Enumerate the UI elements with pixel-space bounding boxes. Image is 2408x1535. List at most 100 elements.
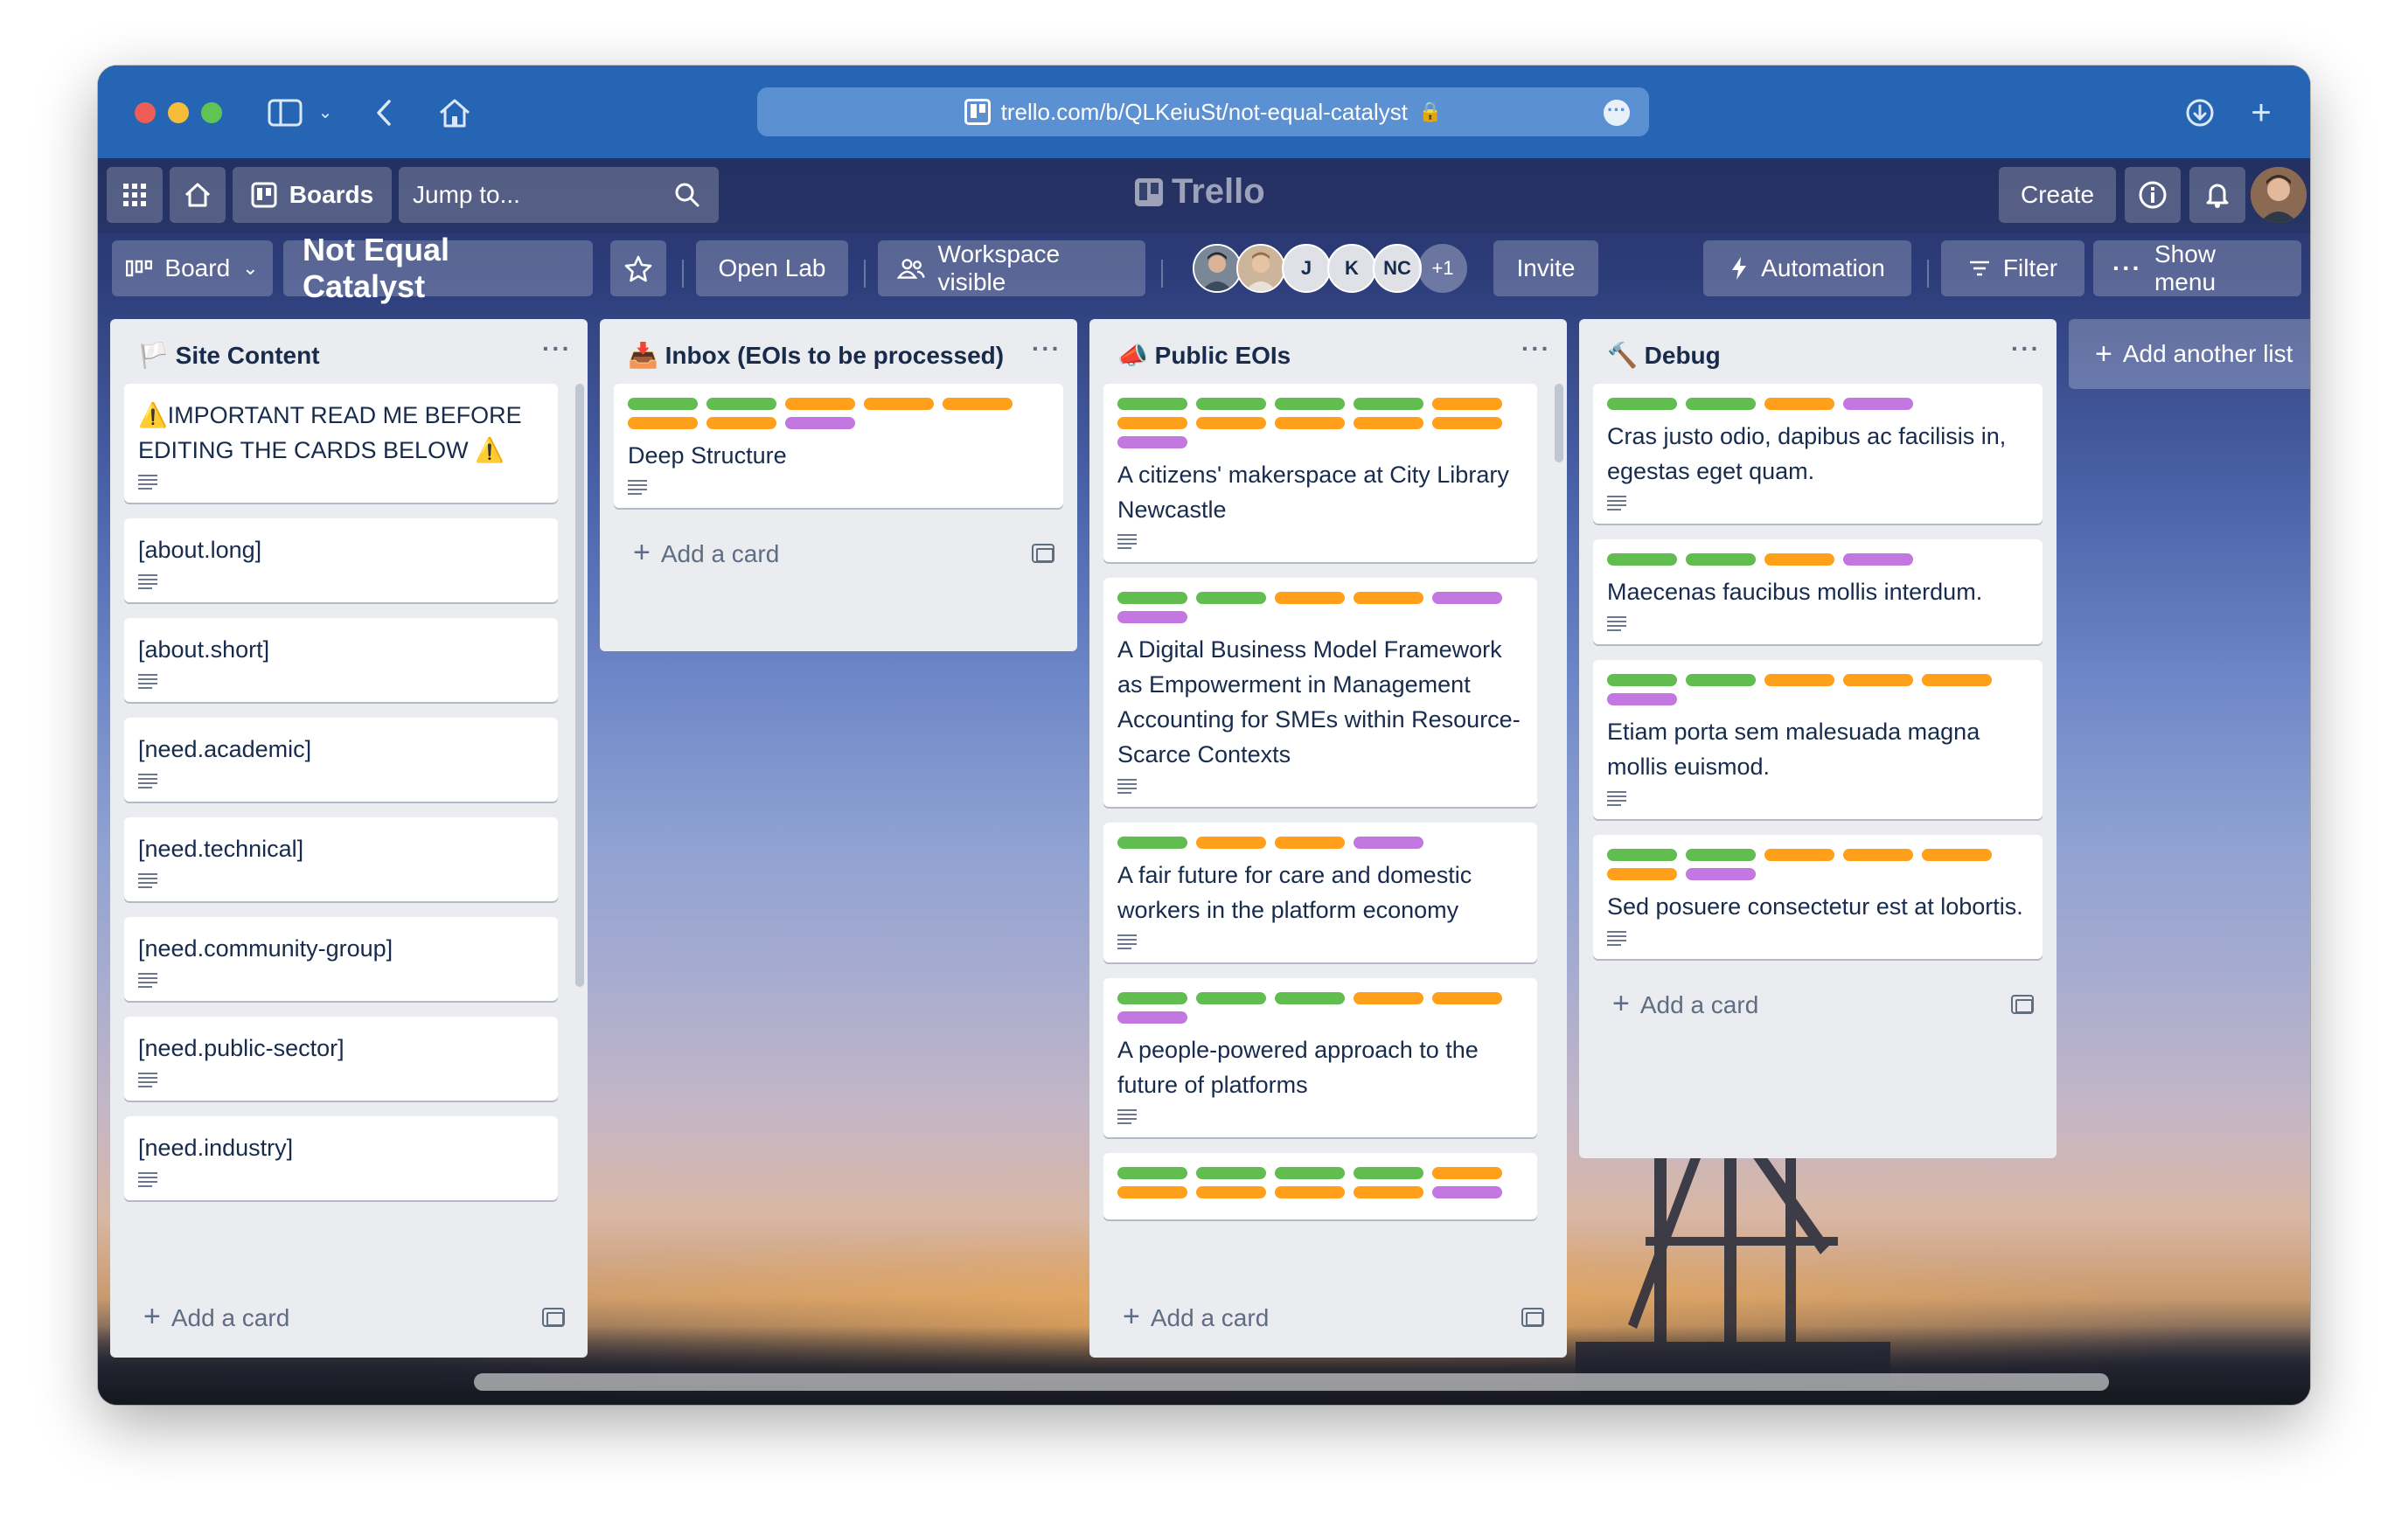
label-purple[interactable] <box>1432 1186 1502 1198</box>
card[interactable]: [need.public-sector] <box>124 1017 558 1101</box>
label-green[interactable] <box>1607 398 1677 410</box>
label-orange[interactable] <box>1275 592 1345 604</box>
boards-button[interactable]: Boards <box>233 167 392 223</box>
list-menu-icon[interactable]: ··· <box>2011 337 2041 361</box>
filter-button[interactable]: Filter <box>1941 240 2084 296</box>
label-orange[interactable] <box>1432 417 1502 429</box>
add-card-button[interactable]: + Add a card <box>600 524 1077 589</box>
label-orange[interactable] <box>1607 868 1677 880</box>
add-card-button[interactable]: + Add a card <box>1579 975 2057 1040</box>
show-menu-button[interactable]: ··· Show menu <box>2093 240 2301 296</box>
page-actions-icon[interactable]: ··· <box>1604 100 1630 126</box>
home-icon[interactable] <box>435 92 474 134</box>
notifications-button[interactable] <box>2189 167 2245 223</box>
label-orange[interactable] <box>943 398 1013 410</box>
jump-to-search[interactable]: Jump to... <box>399 167 719 223</box>
label-green[interactable] <box>1275 1167 1345 1179</box>
card[interactable]: Deep Structure <box>614 384 1063 508</box>
close-window-button[interactable] <box>135 102 156 123</box>
label-orange[interactable] <box>1275 1186 1345 1198</box>
trello-logo[interactable]: Trello <box>1135 172 1265 212</box>
user-avatar[interactable] <box>2251 167 2307 223</box>
label-orange[interactable] <box>706 417 776 429</box>
home-button[interactable] <box>170 167 226 223</box>
card[interactable]: A fair future for care and domestic work… <box>1103 823 1537 962</box>
sidebar-toggle-icon[interactable] <box>266 92 304 134</box>
board-horizontal-scrollbar[interactable] <box>474 1373 2109 1391</box>
label-orange[interactable] <box>628 417 698 429</box>
label-orange[interactable] <box>785 398 855 410</box>
star-board-button[interactable] <box>610 240 666 296</box>
label-green[interactable] <box>1117 398 1187 410</box>
member-avatar-j[interactable]: J <box>1282 244 1331 293</box>
apps-switcher-button[interactable] <box>107 167 163 223</box>
label-green[interactable] <box>1196 398 1266 410</box>
label-green[interactable] <box>1686 674 1756 686</box>
member-avatar-nc[interactable]: NC <box>1373 244 1422 293</box>
label-green[interactable] <box>1275 992 1345 1004</box>
label-green[interactable] <box>1196 992 1266 1004</box>
label-purple[interactable] <box>1117 436 1187 448</box>
label-purple[interactable] <box>1843 398 1913 410</box>
label-purple[interactable] <box>1432 592 1502 604</box>
add-card-button[interactable]: + Add a card <box>110 1288 588 1353</box>
label-purple[interactable] <box>1843 553 1913 566</box>
list-scrollbar[interactable] <box>1555 384 1563 462</box>
label-green[interactable] <box>1607 674 1677 686</box>
label-orange[interactable] <box>1354 1186 1423 1198</box>
board-title[interactable]: Not Equal Catalyst <box>283 232 593 304</box>
label-orange[interactable] <box>1354 417 1423 429</box>
label-orange[interactable] <box>1764 553 1834 566</box>
label-purple[interactable] <box>785 417 855 429</box>
member-avatar-k[interactable]: K <box>1327 244 1376 293</box>
list-header[interactable]: 📣 Public EOIs ··· <box>1089 319 1567 384</box>
add-card-button[interactable]: + Add a card <box>1089 1288 1567 1353</box>
label-purple[interactable] <box>1686 868 1756 880</box>
label-purple[interactable] <box>1607 693 1677 705</box>
card[interactable]: Etiam porta sem malesuada magna mollis e… <box>1593 660 2043 819</box>
label-orange[interactable] <box>1432 1167 1502 1179</box>
card[interactable]: [need.technical] <box>124 817 558 901</box>
label-green[interactable] <box>1196 592 1266 604</box>
label-orange[interactable] <box>1117 1186 1187 1198</box>
list-header[interactable]: 🔨 Debug ··· <box>1579 319 2057 384</box>
member-avatar-2[interactable] <box>1236 244 1285 293</box>
back-icon[interactable] <box>371 92 397 134</box>
download-icon[interactable] <box>2182 92 2217 134</box>
card-template-icon[interactable] <box>1521 1307 1544 1327</box>
card[interactable]: [need.community-group] <box>124 917 558 1001</box>
label-green[interactable] <box>1117 1167 1187 1179</box>
label-orange[interactable] <box>1922 849 1992 861</box>
workspace-button[interactable]: Open Lab <box>696 240 848 296</box>
label-orange[interactable] <box>1117 417 1187 429</box>
label-purple[interactable] <box>1117 611 1187 623</box>
label-green[interactable] <box>1117 837 1187 849</box>
label-orange[interactable] <box>1843 849 1913 861</box>
automation-button[interactable]: Automation <box>1703 240 1911 296</box>
label-orange[interactable] <box>1196 837 1266 849</box>
card[interactable]: Maecenas faucibus mollis interdum. <box>1593 539 2043 644</box>
zoom-window-button[interactable] <box>201 102 222 123</box>
board-view-switcher[interactable]: Board ⌄ <box>112 240 273 296</box>
label-green[interactable] <box>628 398 698 410</box>
card[interactable] <box>1103 1153 1537 1219</box>
new-tab-icon[interactable]: + <box>2245 92 2277 134</box>
label-green[interactable] <box>1275 398 1345 410</box>
more-members-badge[interactable]: +1 <box>1418 244 1467 293</box>
card-template-icon[interactable] <box>2011 994 2034 1014</box>
card[interactable]: Cras justo odio, dapibus ac facilisis in… <box>1593 384 2043 524</box>
label-orange[interactable] <box>1196 417 1266 429</box>
label-orange[interactable] <box>1764 674 1834 686</box>
create-button[interactable]: Create <box>1999 167 2116 223</box>
card[interactable]: Sed posuere consectetur est at lobortis. <box>1593 835 2043 959</box>
label-orange[interactable] <box>1843 674 1913 686</box>
card[interactable]: [about.short] <box>124 618 558 702</box>
label-orange[interactable] <box>1432 992 1502 1004</box>
label-orange[interactable] <box>1354 592 1423 604</box>
label-orange[interactable] <box>1275 837 1345 849</box>
label-green[interactable] <box>1686 553 1756 566</box>
chevron-down-icon[interactable]: ⌄ <box>315 92 336 134</box>
label-green[interactable] <box>1607 849 1677 861</box>
label-orange[interactable] <box>1196 1186 1266 1198</box>
card[interactable]: A citizens' makerspace at City Library N… <box>1103 384 1537 562</box>
